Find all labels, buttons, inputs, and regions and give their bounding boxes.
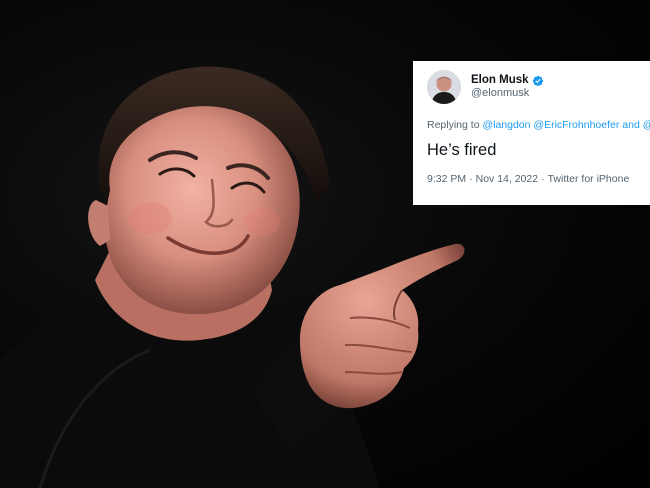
meme-image: Elon Musk @elonmusk Replying to @langdon… (0, 0, 650, 488)
tweet-source: Twitter for iPhone (547, 173, 630, 185)
tweet-author: Elon Musk @elonmusk (471, 74, 544, 100)
meta-separator: · (541, 173, 545, 185)
tweet-card: Elon Musk @elonmusk Replying to @langdon… (413, 61, 650, 205)
mention-link[interactable]: @langdon (482, 119, 530, 131)
profile-avatar[interactable] (427, 70, 461, 104)
display-name-row: Elon Musk (471, 74, 544, 87)
replying-to-label: Replying to (427, 119, 480, 131)
mention-link[interactable]: @EricFrohnhoefer (533, 119, 619, 131)
tweet-date[interactable]: Nov 14, 2022 (476, 173, 538, 185)
verified-badge-icon (532, 75, 543, 86)
tweet-time[interactable]: 9:32 PM (427, 173, 466, 185)
tweet-meta: 9:32 PM · Nov 14, 2022 · Twitter for iPhone (427, 173, 629, 185)
user-handle[interactable]: @elonmusk (471, 87, 544, 100)
mention-link[interactable]: and @ (622, 119, 650, 131)
tweet-header: Elon Musk @elonmusk (427, 70, 544, 104)
display-name[interactable]: Elon Musk (471, 74, 529, 87)
replying-to-line: Replying to @langdon @EricFrohnhoefer an… (427, 119, 650, 131)
avatar-image (427, 70, 461, 104)
meta-separator: · (469, 173, 473, 185)
tweet-text: He’s fired (427, 141, 497, 159)
